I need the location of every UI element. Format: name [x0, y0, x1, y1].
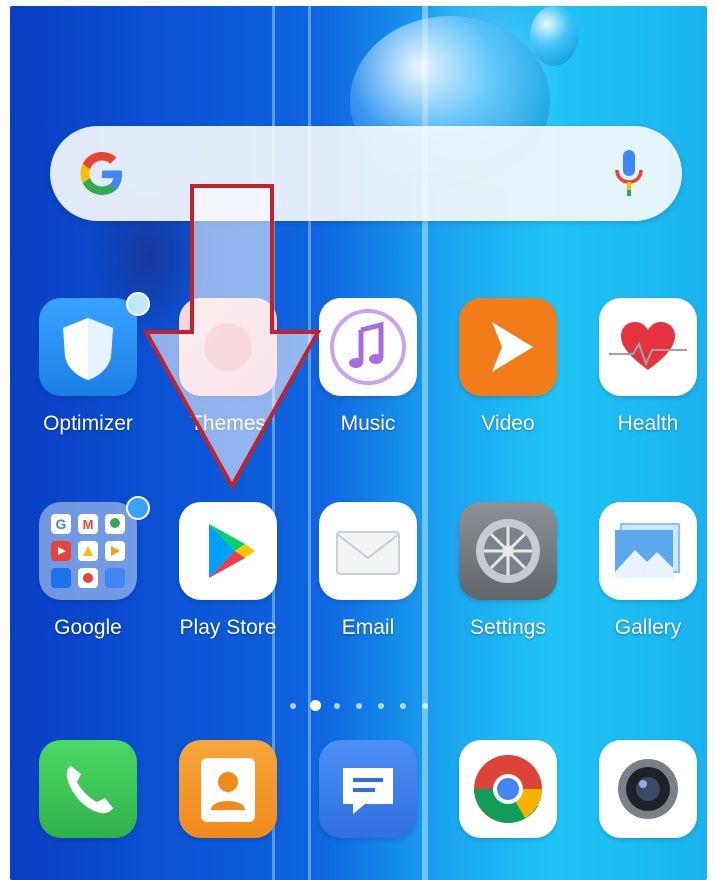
page-dot[interactable] — [400, 703, 406, 709]
play-store-icon — [179, 502, 277, 600]
play-video-icon — [459, 298, 557, 396]
app-label: Video — [481, 412, 535, 435]
heart-icon — [599, 298, 697, 396]
app-label: Health — [617, 412, 679, 435]
notification-badge — [126, 496, 150, 520]
gear-icon — [459, 502, 557, 600]
app-label: Email — [341, 616, 395, 639]
themes-icon — [179, 298, 277, 396]
svg-text:G: G — [56, 516, 67, 532]
chrome-icon — [459, 740, 557, 838]
wallpaper-droplet — [530, 6, 578, 66]
dock-phone[interactable] — [28, 740, 148, 838]
folder-icon: G M — [39, 502, 137, 600]
app-play-store[interactable]: Play Store — [168, 502, 288, 640]
app-label: Music — [340, 412, 396, 435]
page-dot[interactable] — [356, 703, 362, 709]
app-google-folder[interactable]: G M Google — [28, 496, 150, 640]
svg-text:M: M — [83, 517, 94, 532]
dock-camera[interactable] — [588, 740, 707, 838]
page-dot[interactable] — [422, 703, 428, 709]
page-dot[interactable] — [378, 703, 384, 709]
phone-icon — [39, 740, 137, 838]
app-optimizer[interactable]: Optimizer — [28, 292, 150, 436]
home-screen: Optimizer Themes Music Video Health G M … — [10, 6, 707, 880]
mic-icon[interactable] — [614, 148, 644, 200]
app-label: Themes — [190, 412, 266, 435]
music-note-icon — [319, 298, 417, 396]
app-health[interactable]: Health — [588, 298, 707, 436]
dock-contacts[interactable] — [168, 740, 288, 838]
dock-chrome[interactable] — [448, 740, 568, 838]
shield-icon — [39, 298, 137, 396]
app-themes[interactable]: Themes — [168, 298, 288, 436]
page-dot[interactable] — [334, 703, 340, 709]
app-settings[interactable]: Settings — [448, 502, 568, 640]
mail-icon — [319, 502, 417, 600]
page-dot-active[interactable] — [310, 700, 321, 711]
app-label: Gallery — [614, 616, 682, 639]
page-dot[interactable] — [290, 703, 296, 709]
app-email[interactable]: Email — [308, 502, 428, 640]
app-video[interactable]: Video — [448, 298, 568, 436]
contacts-icon — [179, 740, 277, 838]
app-music[interactable]: Music — [308, 298, 428, 436]
messages-icon — [319, 740, 417, 838]
app-label: Play Store — [179, 616, 277, 639]
camera-icon — [599, 740, 697, 838]
app-label: Settings — [470, 616, 546, 639]
image-icon — [599, 502, 697, 600]
app-gallery[interactable]: Gallery — [588, 502, 707, 640]
notification-badge — [126, 292, 150, 316]
google-g-icon — [80, 152, 122, 195]
google-search-bar[interactable] — [50, 126, 682, 221]
app-label: Google — [54, 616, 122, 639]
dock-messages[interactable] — [308, 740, 428, 838]
app-label: Optimizer — [43, 412, 133, 435]
